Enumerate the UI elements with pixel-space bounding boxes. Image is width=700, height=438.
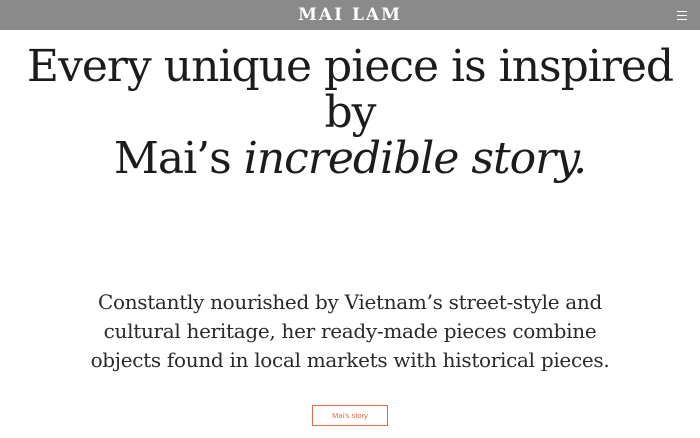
headline-line-2-plain: Mai’s: [113, 133, 244, 184]
hamburger-menu-icon[interactable]: [676, 9, 688, 21]
headline-line-2-italic: incredible story.: [243, 133, 587, 184]
hero-headline: Every unique piece is inspired by Mai’s …: [0, 44, 700, 182]
menu-icon-line: [677, 15, 687, 16]
menu-icon-line: [677, 11, 687, 12]
headline-line-1: Every unique piece is inspired by: [26, 41, 674, 138]
menu-icon-line: [677, 19, 687, 20]
top-navigation-bar: MAI LAM: [0, 0, 700, 30]
brand-logo[interactable]: MAI LAM: [0, 0, 700, 30]
intro-paragraph: Constantly nourished by Vietnam’s street…: [90, 290, 610, 372]
mais-story-button[interactable]: Mai’s story: [312, 405, 388, 426]
